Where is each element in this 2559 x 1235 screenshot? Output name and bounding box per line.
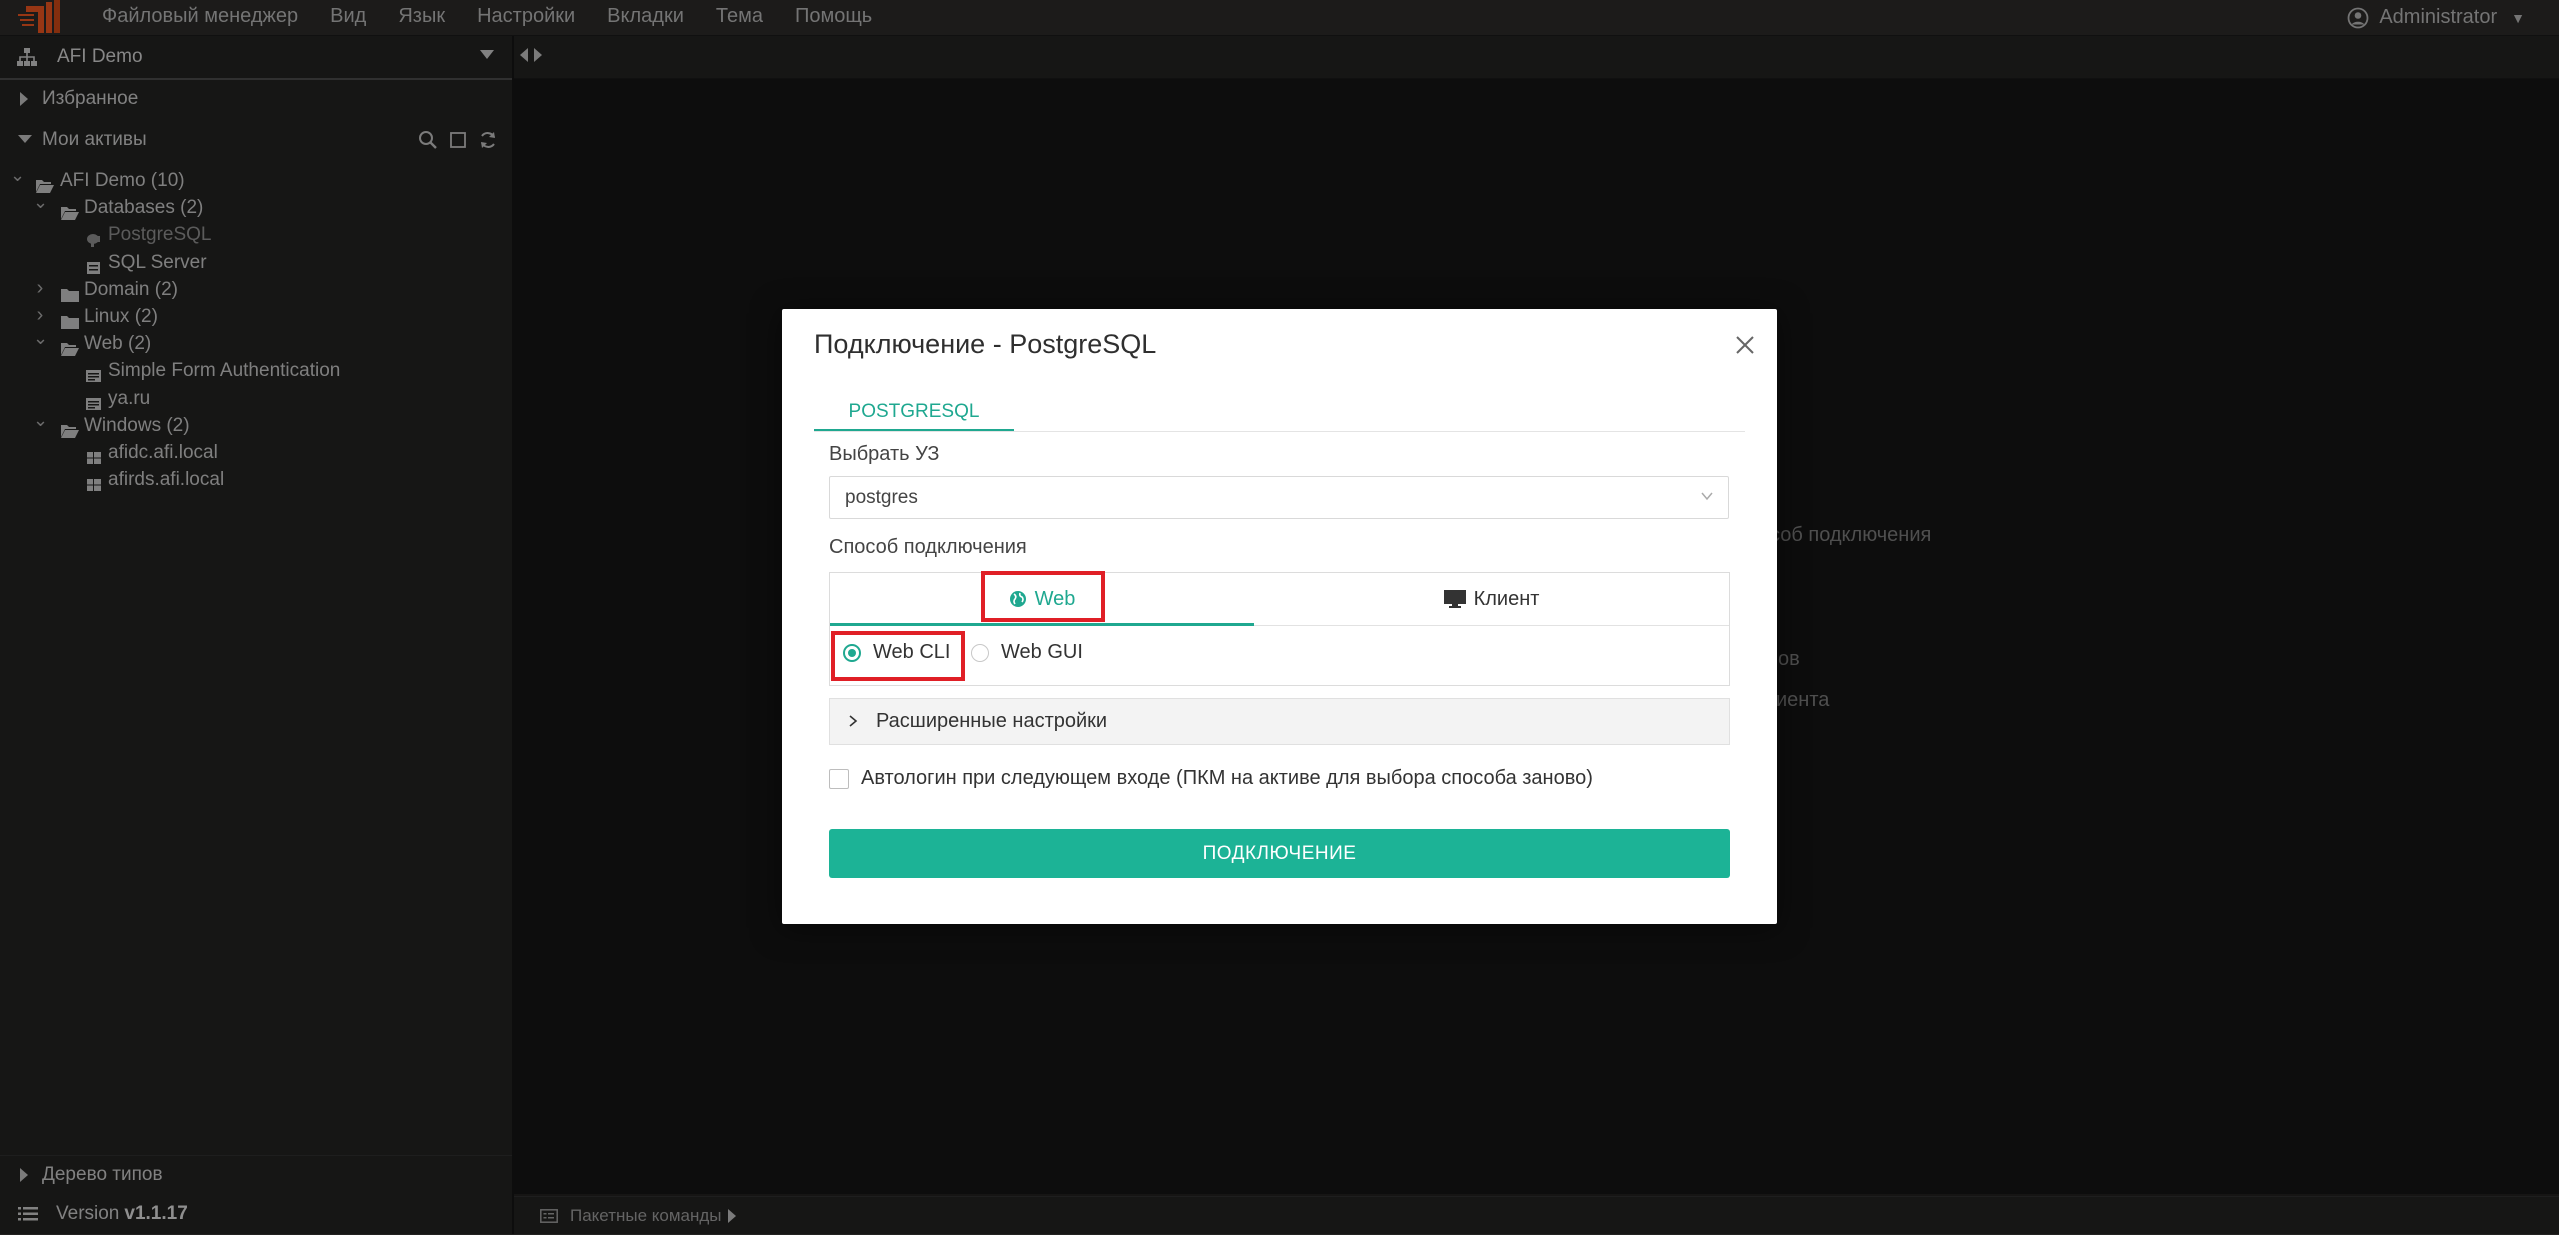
connection-method-tabs: Web Клиент: [830, 573, 1729, 626]
advanced-settings[interactable]: Расширенные настройки: [829, 698, 1730, 745]
radio-web-cli-label: Web CLI: [873, 641, 951, 663]
radio-web-gui[interactable]: Web GUI: [971, 641, 1083, 664]
account-select-value: postgres: [845, 487, 918, 508]
tab-divider: [814, 431, 1745, 432]
autologin-option[interactable]: Автологин при следующем входе (ПКМ на ак…: [829, 767, 1593, 790]
advanced-settings-label: Расширенные настройки: [876, 710, 1108, 732]
chevron-down-icon: [1701, 492, 1713, 501]
desktop-icon: [1443, 590, 1466, 608]
tab-postgresql[interactable]: POSTGRESQL: [814, 389, 1014, 432]
tab-web[interactable]: Web: [830, 573, 1254, 626]
globe-icon: [1009, 591, 1026, 607]
close-icon[interactable]: [1733, 333, 1757, 357]
connect-button[interactable]: ПОДКЛЮЧЕНИЕ: [829, 829, 1730, 878]
connection-dialog: Подключение - PostgreSQL POSTGRESQL Выбр…: [782, 309, 1777, 924]
connection-method-box: Web Клиент Web CLI Web GUI: [829, 572, 1730, 686]
account-label: Выбрать УЗ: [829, 443, 940, 465]
dialog-title: Подключение - PostgreSQL: [814, 329, 1157, 359]
radio-web-gui-label: Web GUI: [1001, 641, 1083, 663]
radio-web-cli[interactable]: Web CLI: [843, 641, 950, 664]
chevron-right-icon: [849, 715, 858, 727]
tab-client[interactable]: Клиент: [1254, 573, 1729, 625]
tab-web-label: Web: [1034, 588, 1076, 610]
tab-client-label: Клиент: [1473, 588, 1540, 610]
account-select[interactable]: postgres: [829, 476, 1729, 519]
connection-method-label: Способ подключения: [829, 536, 1027, 558]
autologin-label: Автологин при следующем входе (ПКМ на ак…: [861, 767, 1593, 789]
radio-unchecked-icon: [971, 643, 989, 662]
autologin-checkbox[interactable]: [829, 768, 849, 789]
radio-checked-icon: [843, 643, 861, 662]
web-mode-options: Web CLI Web GUI: [830, 625, 1729, 685]
